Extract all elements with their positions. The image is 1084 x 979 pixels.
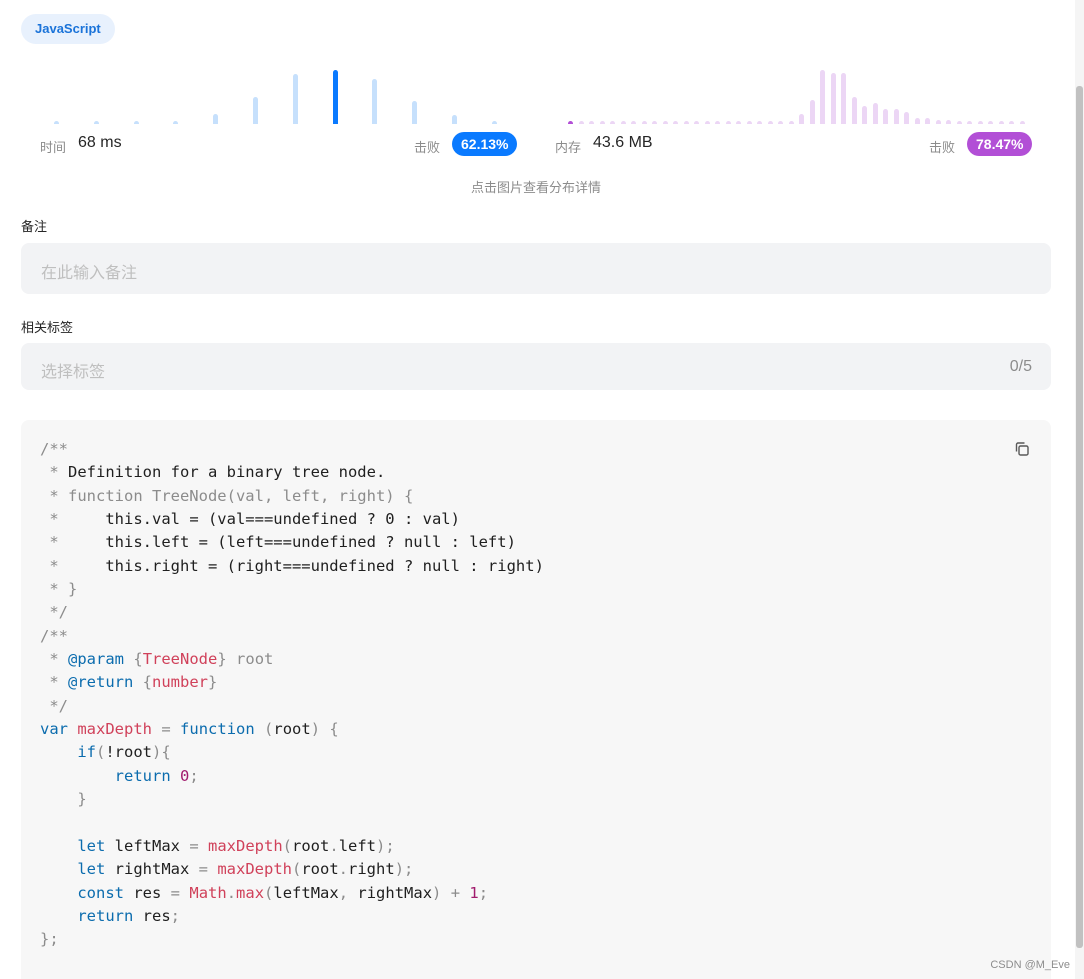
distribution-bar[interactable] (893, 109, 899, 124)
distribution-bar[interactable] (998, 121, 1004, 124)
distribution-bar[interactable] (578, 121, 584, 124)
distribution-bar[interactable] (694, 121, 699, 124)
scrollbar-thumb[interactable] (1076, 86, 1083, 948)
note-placeholder: 在此输入备注 (41, 265, 138, 282)
distribution-bar[interactable] (683, 121, 689, 124)
distribution-bar[interactable] (830, 73, 836, 124)
distribution-bar[interactable] (133, 121, 139, 124)
distribution-bar[interactable] (925, 118, 930, 124)
distribution-bar[interactable] (213, 114, 219, 124)
copy-icon[interactable] (1013, 440, 1031, 458)
distribution-bar[interactable] (767, 121, 773, 124)
memory-label: 内存 (555, 140, 582, 155)
distribution-bar[interactable] (652, 121, 657, 124)
note-label: 备注 (21, 219, 48, 234)
distribution-bar[interactable] (292, 74, 298, 124)
distribution-bar[interactable] (452, 115, 457, 124)
distribution-bar[interactable] (746, 121, 752, 124)
code-block: /** * Definition for a binary tree node.… (21, 420, 1051, 979)
distribution-bar[interactable] (641, 121, 647, 124)
distribution-bar[interactable] (914, 118, 920, 124)
distribution-bar[interactable] (93, 121, 99, 124)
distribution-bar[interactable] (904, 112, 909, 124)
distribution-bar[interactable] (332, 70, 338, 124)
memory-value: 43.6 MB (593, 134, 653, 151)
tags-placeholder: 选择标签 (41, 364, 106, 381)
distribution-bar[interactable] (54, 121, 59, 124)
distribution-bar[interactable] (799, 114, 804, 124)
distribution-bar[interactable] (412, 101, 418, 124)
distribution-hint[interactable]: 点击图片查看分布详情 (0, 177, 1072, 196)
distribution-bar[interactable] (851, 97, 857, 124)
note-input[interactable]: 在此输入备注 (21, 243, 1051, 294)
runtime-distribution-chart[interactable] (40, 60, 520, 124)
distribution-bar[interactable] (568, 121, 573, 124)
distribution-bar[interactable] (173, 121, 179, 124)
runtime-stats: 时间 68 ms 击败 62.13% (40, 131, 520, 159)
distribution-bar[interactable] (820, 70, 825, 124)
tags-counter: 0/5 (1009, 358, 1032, 375)
distribution-bar[interactable] (757, 121, 762, 124)
tags-label: 相关标签 (21, 320, 74, 335)
distribution-bar[interactable] (862, 106, 867, 124)
distribution-bar[interactable] (841, 73, 846, 124)
distribution-bar[interactable] (977, 121, 983, 124)
language-tag[interactable]: JavaScript (21, 14, 115, 44)
distribution-bar[interactable] (599, 121, 605, 124)
distribution-bar[interactable] (788, 121, 794, 124)
distribution-bar[interactable] (725, 121, 731, 124)
distribution-bar[interactable] (610, 121, 615, 124)
distribution-bar[interactable] (631, 121, 636, 124)
runtime-label: 时间 (40, 140, 67, 155)
distribution-bar[interactable] (883, 109, 888, 124)
distribution-bar[interactable] (704, 121, 710, 124)
memory-distribution-chart[interactable] (554, 60, 1034, 124)
distribution-bar[interactable] (988, 121, 993, 124)
distribution-bar[interactable] (809, 100, 815, 124)
distribution-bar[interactable] (946, 120, 951, 124)
memory-stats: 内存 43.6 MB 击败 78.47% (555, 131, 1035, 159)
memory-beat-label: 击败 (929, 140, 956, 155)
runtime-beat-badge: 62.13% (452, 132, 518, 156)
memory-beat-badge: 78.47% (967, 132, 1033, 156)
distribution-bar[interactable] (935, 120, 941, 124)
tags-select[interactable]: 选择标签 0/5 (21, 343, 1051, 390)
runtime-value: 68 ms (78, 134, 122, 151)
watermark: CSDN @M_Eve (990, 959, 1070, 971)
distribution-bar[interactable] (967, 121, 972, 124)
distribution-bar[interactable] (736, 121, 741, 124)
distribution-bar[interactable] (491, 121, 497, 124)
runtime-beat-label: 击败 (414, 140, 441, 155)
distribution-bar[interactable] (872, 103, 878, 124)
distribution-bar[interactable] (662, 121, 668, 124)
distribution-bar[interactable] (620, 121, 626, 124)
distribution-bar[interactable] (372, 79, 378, 124)
distribution-bar[interactable] (778, 121, 783, 124)
distribution-bar[interactable] (1009, 121, 1014, 124)
distribution-bar[interactable] (956, 121, 962, 124)
distribution-bar[interactable] (589, 121, 594, 124)
code-content[interactable]: /** * Definition for a binary tree node.… (40, 438, 544, 952)
distribution-bar[interactable] (1019, 121, 1025, 124)
distribution-bar[interactable] (715, 121, 720, 124)
distribution-bar[interactable] (673, 121, 678, 124)
distribution-bar[interactable] (253, 97, 258, 124)
